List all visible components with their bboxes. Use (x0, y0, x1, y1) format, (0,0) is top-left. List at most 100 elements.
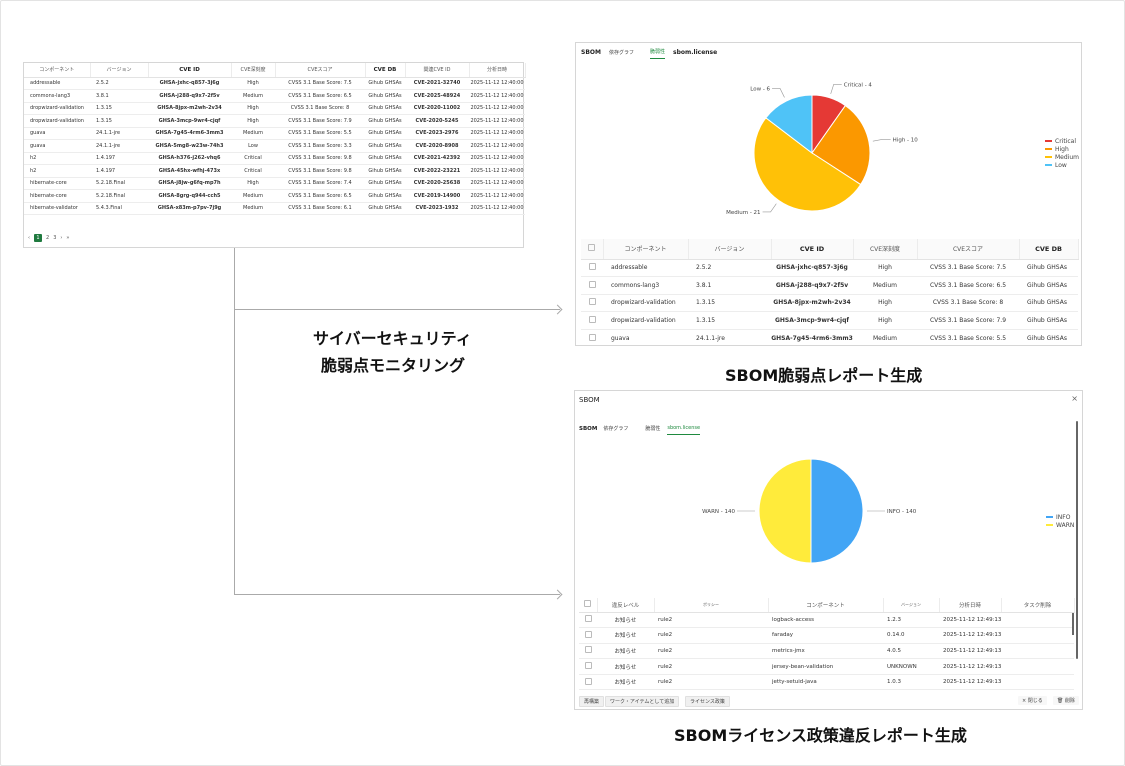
cve-id-link[interactable]: GHSA-j288-q9x7-2f5v (148, 89, 231, 103)
regenerate-button[interactable]: 再構築 (579, 696, 605, 707)
row-checkbox[interactable] (579, 627, 597, 644)
cve-id-link[interactable]: GHSA-jxhc-q857-3j6g (771, 259, 853, 278)
tab-dependency-graph[interactable]: 依存グラフ (603, 425, 628, 435)
cve-id-link[interactable]: GHSA-j8jw-g6fq-mp7h (148, 177, 231, 190)
legend-item-high[interactable]: High (1045, 145, 1079, 153)
table-row[interactable]: hibernate-core 5.2.18.Final GHSA-j8jw-g6fq… (24, 177, 525, 190)
task-delete-cell[interactable] (1001, 612, 1074, 629)
task-delete-cell[interactable] (1001, 643, 1074, 660)
table-row[interactable]: お知らせ rule2 metrics-jmx 4.0.5 2025-11-12 12:4… (579, 643, 1074, 660)
table-row[interactable]: お知らせ rule2 jetty-setuid-java 1.0.3 2025-11-1… (579, 674, 1074, 691)
table-row[interactable]: commons-lang3 3.8.1 GHSA-j288-q9x7-2f5v Med… (581, 276, 1078, 295)
cve-id-link[interactable]: GHSA-3mcp-9wr4-cjqf (771, 311, 853, 330)
table-row[interactable]: h2 1.4.197 GHSA-45hx-wfhj-473x Critical CVSS… (24, 164, 525, 178)
table-row[interactable]: dropwizard-validation 1.3.15 GHSA-8jpx-m2w… (24, 102, 525, 115)
col-violation-level[interactable]: 違反レベル (597, 598, 655, 613)
table-row[interactable]: guava 24.1.1-jre GHSA-7g45-4rm6-3mm3 Medium… (24, 127, 525, 140)
cve-id-link[interactable]: GHSA-8grg-q944-cch5 (148, 189, 231, 203)
table-row[interactable]: hibernate-core 5.2.18.Final GHSA-8grg-q944… (24, 189, 525, 203)
legend-item-warn[interactable]: WARN (1046, 521, 1074, 529)
row-checkbox[interactable] (579, 658, 597, 675)
related-cve-link[interactable]: CVE-2023-1932 (405, 202, 469, 215)
legend-item-info[interactable]: INFO (1046, 513, 1074, 521)
delete-button[interactable]: 🗑 削除 (1053, 696, 1079, 705)
table-row[interactable]: hibernate-validator 5.4.3.Final GHSA-x83m-… (24, 202, 525, 215)
cve-id-link[interactable]: GHSA-45hx-wfhj-473x (148, 164, 231, 178)
last-page-button[interactable]: » (66, 235, 69, 241)
cve-id-link[interactable]: GHSA-5mg8-w23w-74h3 (148, 139, 231, 153)
col-version[interactable]: バージョン (883, 598, 940, 613)
related-cve-link[interactable]: CVE-2020-8908 (405, 139, 469, 153)
related-cve-link[interactable]: CVE-2025-48924 (405, 89, 469, 103)
task-delete-cell[interactable] (1001, 627, 1074, 644)
col-cve-db[interactable]: CVE DB (1019, 239, 1079, 260)
col-related-cve[interactable]: 関連CVE ID (405, 63, 470, 78)
close-button[interactable]: × 閉じる (1018, 696, 1047, 705)
col-score[interactable]: CVEスコア (275, 63, 366, 78)
select-all-checkbox[interactable] (581, 239, 604, 260)
table-row[interactable]: dropwizard-validation 1.3.15 GHSA-3mcp-9wr… (24, 114, 525, 128)
col-cve-id[interactable]: CVE ID (148, 63, 232, 78)
cve-id-link[interactable]: GHSA-7g45-4rm6-3mm3 (148, 127, 231, 140)
row-checkbox[interactable] (581, 311, 603, 330)
page-3-button[interactable]: 3 (53, 235, 56, 241)
col-task-delete[interactable]: タスク削除 (1001, 598, 1075, 613)
col-severity[interactable]: CVE深刻度 (853, 239, 918, 260)
table-row[interactable]: お知らせ rule2 jersey-bean-validation UNKNOWN 20… (579, 658, 1074, 675)
row-checkbox[interactable] (581, 329, 603, 345)
related-cve-link[interactable]: CVE-2020-5245 (405, 114, 469, 128)
tab-sbom-license[interactable]: sbom.license (667, 425, 701, 435)
related-cve-link[interactable]: CVE-2023-2976 (405, 127, 469, 140)
col-analysis-date[interactable]: 分析日時 (469, 63, 526, 78)
row-checkbox[interactable] (581, 276, 603, 295)
prev-page-button[interactable]: ‹ (28, 235, 30, 241)
row-checkbox[interactable] (581, 294, 603, 313)
table-row[interactable]: addressable 2.5.2 GHSA-jxhc-q857-3j6g High C… (581, 259, 1078, 278)
table-row[interactable]: お知らせ rule2 logback-access 1.2.3 2025-11-12 1… (579, 612, 1074, 629)
pie-slice-info[interactable] (810, 458, 864, 564)
col-component[interactable]: コンポーネント (768, 598, 884, 613)
table-row[interactable]: guava 24.1.1-jre GHSA-5mg8-w23w-74h3 Low CVS… (24, 139, 525, 153)
row-checkbox[interactable] (579, 612, 597, 629)
table-row[interactable]: dropwizard-validation 1.3.15 GHSA-8jpx-m2w… (581, 294, 1078, 313)
cve-id-link[interactable]: GHSA-8jpx-m2wh-2v34 (148, 102, 231, 115)
table-row[interactable]: dropwizard-validation 1.3.15 GHSA-3mcp-9wr… (581, 311, 1078, 330)
cve-id-link[interactable]: GHSA-j288-q9x7-2f5v (771, 276, 853, 295)
table-scrollbar[interactable] (1072, 613, 1074, 635)
next-page-button[interactable]: › (60, 235, 62, 241)
related-cve-link[interactable]: CVE-2021-32740 (405, 77, 469, 90)
col-cve-id[interactable]: CVE ID (771, 239, 854, 260)
related-cve-link[interactable]: CVE-2022-23221 (405, 164, 469, 178)
page-1-button[interactable]: 1 (34, 234, 42, 242)
table-row[interactable]: guava 24.1.1-jre GHSA-7g45-4rm6-3mm3 Medium… (581, 329, 1078, 345)
pie-slice-warn[interactable] (758, 458, 812, 564)
col-policy[interactable]: ポリシー (654, 598, 769, 613)
col-component[interactable]: コンポーネント (603, 239, 689, 260)
table-row[interactable]: addressable 2.5.2 GHSA-jxhc-q857-3j6g High C… (24, 77, 525, 90)
close-icon[interactable]: × (1071, 394, 1078, 403)
col-analysis-date[interactable]: 分析日時 (939, 598, 1002, 613)
page-2-button[interactable]: 2 (46, 235, 49, 241)
col-version[interactable]: バージョン (90, 63, 149, 78)
table-row[interactable]: commons-lang3 3.8.1 GHSA-j288-q9x7-2f5v Med… (24, 89, 525, 103)
cve-id-link[interactable]: GHSA-3mcp-9wr4-cjqf (148, 114, 231, 128)
select-all-checkbox[interactable] (579, 598, 598, 613)
col-severity[interactable]: CVE深刻度 (231, 63, 276, 78)
col-score[interactable]: CVEスコア (917, 239, 1020, 260)
col-component[interactable]: コンポーネント (24, 63, 91, 78)
cve-id-link[interactable]: GHSA-h376-j262-vhq6 (148, 152, 231, 165)
related-cve-link[interactable]: CVE-2020-25638 (405, 177, 469, 190)
row-checkbox[interactable] (579, 643, 597, 660)
row-checkbox[interactable] (581, 259, 603, 278)
cve-id-link[interactable]: GHSA-x83m-p7pv-7j9g (148, 202, 231, 215)
col-cve-db[interactable]: CVE DB (365, 63, 406, 78)
task-delete-cell[interactable] (1001, 658, 1074, 675)
cve-id-link[interactable]: GHSA-jxhc-q857-3j6g (148, 77, 231, 90)
tab-vulnerability[interactable]: 脆弱性 (645, 425, 660, 435)
col-version[interactable]: バージョン (688, 239, 772, 260)
legend-item-medium[interactable]: Medium (1045, 153, 1079, 161)
tab-sbom[interactable]: SBOM (579, 426, 597, 435)
row-checkbox[interactable] (579, 674, 597, 691)
cve-id-link[interactable]: GHSA-8jpx-m2wh-2v34 (771, 294, 853, 313)
task-delete-cell[interactable] (1001, 674, 1074, 691)
